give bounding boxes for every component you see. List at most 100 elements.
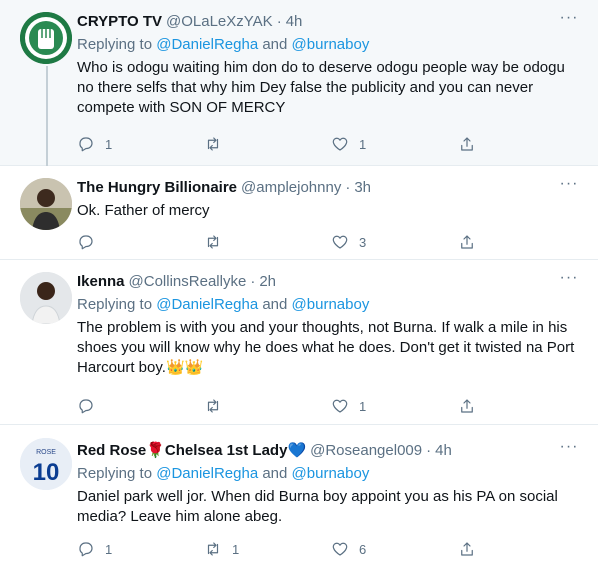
tweet-actions: 1 1 [77,134,507,154]
svg-text:ROSE: ROSE [36,449,56,456]
share-button[interactable] [458,539,498,559]
replying-to: Replying to @DanielRegha and @burnaboy [77,295,584,315]
more-options-icon[interactable]: ··· [558,10,580,32]
reply-icon [79,235,93,250]
timestamp[interactable]: 2h [259,272,276,292]
person-photo-icon [20,272,72,324]
tweet-header: The Hungry Billionaire @amplejohnny · 3h [77,178,584,198]
reply-button[interactable]: 1 [77,134,204,154]
display-name[interactable]: Ikenna [77,272,125,292]
mention-link[interactable]: @burnaboy [292,296,370,313]
retweet-button[interactable] [204,134,331,154]
retweet-icon [207,542,219,556]
share-icon [461,235,473,249]
reply-icon [79,542,93,557]
reply-icon [79,399,93,414]
separator-dot: · [426,442,432,459]
retweet-icon [207,137,219,151]
tweet-header: Red Rose🌹Chelsea 1st Lady💙 @Roseangel009… [77,441,584,461]
tweet-text-body: The problem is with you and your thought… [77,319,575,376]
replying-to-label: Replying to [77,465,153,482]
replying-to-label: Replying to [77,296,153,313]
share-icon [461,399,473,413]
display-name[interactable]: The Hungry Billionaire [77,178,237,198]
user-handle[interactable]: @amplejohnny [241,178,341,198]
like-button[interactable]: 1 [331,396,458,416]
share-button[interactable] [458,396,498,416]
reply-icon [79,137,93,152]
blue-heart-emoji: 💙 [287,442,307,459]
user-handle[interactable]: @Roseangel009 [310,441,422,461]
display-name[interactable]: Red Rose🌹Chelsea 1st Lady💙 [77,441,306,461]
reply-button[interactable] [77,396,204,416]
like-button[interactable]: 3 [331,232,458,252]
fist-logo-icon [20,12,72,64]
name-part-1: Red Rose [77,442,147,459]
share-button[interactable] [458,232,498,252]
mention-link[interactable]: @DanielRegha [156,465,258,482]
reply-button[interactable] [77,232,204,252]
mention-link[interactable]: @DanielRegha [156,36,258,53]
tweet-actions: 3 [77,232,507,252]
person-photo-icon [20,178,72,230]
share-button[interactable] [458,134,498,154]
avatar[interactable]: ROSE 10 [20,438,72,490]
retweet-button[interactable]: 1 [204,539,331,559]
like-button[interactable]: 6 [331,539,458,559]
like-count: 6 [359,541,367,557]
svg-text:10: 10 [33,459,60,486]
timestamp[interactable]: 4h [286,12,303,32]
heart-icon [332,399,348,413]
timestamp[interactable]: 4h [435,441,452,461]
reply-button[interactable]: 1 [77,539,204,559]
replying-to: Replying to @DanielRegha and @burnaboy [77,35,584,55]
avatar[interactable] [20,272,72,324]
more-options-icon[interactable]: ··· [558,176,580,198]
retweet-icon [207,235,219,249]
reply-count: 1 [105,136,113,152]
retweet-button[interactable] [204,396,331,416]
jersey-number-icon: ROSE 10 [20,438,72,490]
thread-line [46,66,48,166]
name-part-2: Chelsea 1st Lady [164,442,288,459]
mention-link[interactable]: @burnaboy [292,465,370,482]
timestamp[interactable]: 3h [354,178,371,198]
tweet-text: Daniel park well jor. When did Burna boy… [77,488,558,525]
and-label: and [262,465,288,482]
crown-emoji: 👑👑 [165,359,204,376]
rose-emoji: 🌹 [146,442,165,459]
retweet-button[interactable] [204,232,331,252]
separator-dot: · [250,273,256,290]
mention-link[interactable]: @burnaboy [292,36,370,53]
like-button[interactable]: 1 [331,134,458,154]
more-options-icon[interactable]: ··· [558,270,580,292]
separator-dot: · [345,179,351,196]
tweet-header: Ikenna @CollinsReallyke · 2h [77,272,584,292]
separator-dot: · [276,13,282,30]
tweet[interactable]: ROSE 10 Red Rose🌹Chelsea 1st Lady💙 @Rose… [0,425,598,567]
user-handle[interactable]: @CollinsReallyke [129,272,247,292]
more-options-icon[interactable]: ··· [558,439,580,461]
tweet-actions: 1 [77,396,507,416]
tweet[interactable]: The Hungry Billionaire @amplejohnny · 3h… [0,166,598,260]
like-count: 1 [359,398,367,414]
and-label: and [262,296,288,313]
avatar[interactable] [20,12,72,64]
tweet-text: Who is odogu waiting him don do to deser… [77,59,565,116]
share-icon [461,137,473,151]
replying-to: Replying to @DanielRegha and @burnaboy [77,464,584,484]
display-name[interactable]: CRYPTO TV [77,12,162,32]
heart-icon [332,137,348,151]
avatar[interactable] [20,178,72,230]
share-icon [461,542,473,556]
mention-link[interactable]: @DanielRegha [156,296,258,313]
tweet-text: Ok. Father of mercy [77,202,210,219]
user-handle[interactable]: @OLaLeXzYAK [166,12,273,32]
tweet[interactable]: Ikenna @CollinsReallyke · 2h ··· Replyin… [0,260,598,425]
like-count: 3 [359,234,367,250]
tweet-header: CRYPTO TV @OLaLeXzYAK · 4h [77,12,584,32]
heart-icon [332,542,348,556]
replying-to-label: Replying to [77,36,153,53]
heart-icon [332,235,348,249]
tweet[interactable]: CRYPTO TV @OLaLeXzYAK · 4h ··· Replying … [0,0,598,166]
